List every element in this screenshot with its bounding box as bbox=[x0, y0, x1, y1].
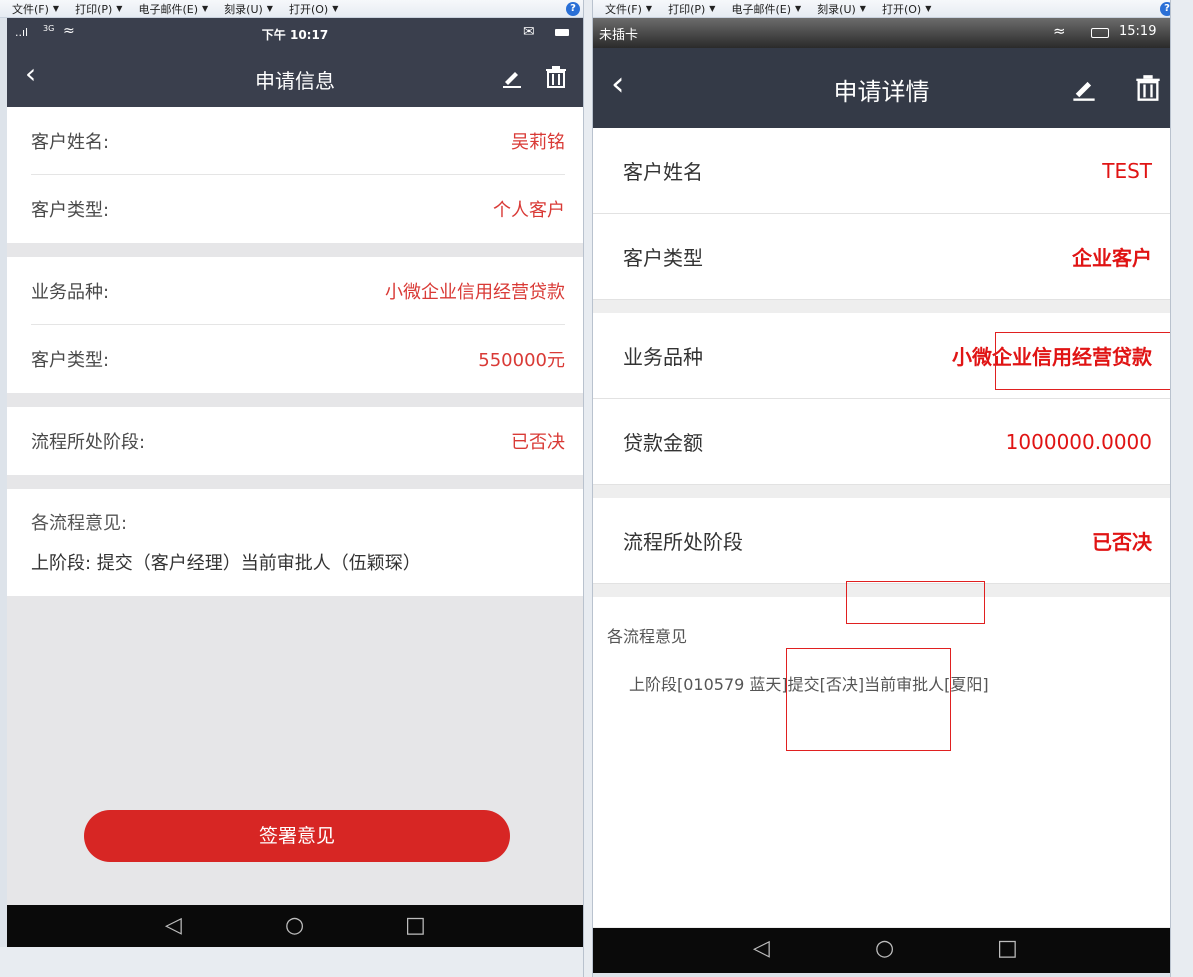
status-time: 下午 10:17 bbox=[261, 28, 329, 42]
opinions-section: 各流程意见: 上阶段: 提交（客户经理）当前审批人（伍颖琛） bbox=[7, 489, 583, 596]
row-stage: 流程所处阶段 已否决 bbox=[593, 498, 1170, 584]
android-nav-bar: ◁ ○ □ bbox=[7, 905, 583, 947]
row-value: 已否决 bbox=[511, 432, 565, 453]
menu-bar-left: 文件(F) ▼ 打印(P) ▼ 电子邮件(E) ▼ 刻录(U) ▼ 打开(O) ▼ bbox=[0, 0, 583, 18]
row-value: 企业客户 bbox=[1072, 246, 1152, 270]
nav-bar: ‹ 申请信息 bbox=[7, 49, 583, 107]
row-value: 小微企业信用经营贷款 bbox=[385, 282, 565, 303]
android-nav-bar: ◁ ○ □ bbox=[593, 928, 1170, 973]
row-label: 客户类型 bbox=[623, 246, 703, 270]
row-label: 业务品种 bbox=[623, 345, 703, 369]
row-label: 客户姓名: bbox=[31, 132, 110, 153]
battery-icon bbox=[555, 29, 569, 36]
row-value: 吴莉铭 bbox=[511, 132, 565, 153]
edit-icon[interactable] bbox=[1071, 76, 1097, 102]
row-value: 已否决 bbox=[1092, 530, 1152, 554]
row-label: 客户类型: bbox=[31, 200, 110, 221]
opinions-heading: 各流程意见 bbox=[607, 627, 688, 646]
row-customer-name: 客户姓名 TEST bbox=[593, 128, 1170, 214]
row-label: 业务品种: bbox=[31, 282, 110, 303]
menu-burn[interactable]: 刻录(U) ▼ bbox=[817, 1, 866, 17]
menu-print[interactable]: 打印(P) ▼ bbox=[75, 1, 122, 17]
trash-icon[interactable] bbox=[1135, 74, 1161, 102]
nav-back-icon[interactable]: ◁ bbox=[753, 936, 770, 961]
nav-home-icon[interactable]: ○ bbox=[285, 913, 304, 938]
row-business-type: 业务品种: 小微企业信用经营贷款 bbox=[7, 257, 583, 325]
row-label: 客户类型: bbox=[31, 350, 110, 371]
mail-icon: ✉ bbox=[523, 24, 535, 40]
nav-bar: ‹ 申请详情 bbox=[593, 48, 1170, 128]
row-value: 1000000.0000 bbox=[1005, 429, 1152, 454]
row-loan-amount: 贷款金额 1000000.0000 bbox=[593, 399, 1170, 485]
menu-burn[interactable]: 刻录(U) ▼ bbox=[224, 1, 273, 17]
left-phone-screen: ..ıl 3G ≈ 下午 10:17 ✉ ‹ 申请信息 客户姓名: 吴莉铭 客户… bbox=[7, 18, 583, 947]
menu-open[interactable]: 打开(O) ▼ bbox=[289, 1, 338, 17]
row-label: 贷款金额 bbox=[623, 431, 703, 455]
row-label: 客户姓名 bbox=[623, 160, 703, 184]
customer-section: 客户姓名: 吴莉铭 客户类型: 个人客户 bbox=[7, 107, 583, 243]
status-bar: 未插卡 ≈ 15:19 bbox=[593, 18, 1170, 48]
page-title: 申请信息 bbox=[255, 69, 335, 93]
menu-file[interactable]: 文件(F) ▼ bbox=[605, 1, 652, 17]
row-value: TEST bbox=[1102, 158, 1152, 183]
row-label: 流程所处阶段 bbox=[623, 530, 743, 554]
row-value: 550000元 bbox=[478, 350, 565, 371]
row-stage: 流程所处阶段: 已否决 bbox=[7, 407, 583, 475]
menu-email[interactable]: 电子邮件(E) ▼ bbox=[138, 1, 208, 17]
opinions-text: 上阶段: 提交（客户经理）当前审批人（伍颖琛） bbox=[31, 553, 421, 574]
menu-file[interactable]: 文件(F) ▼ bbox=[12, 1, 59, 17]
annotation-box bbox=[995, 332, 1170, 390]
menu-open[interactable]: 打开(O) ▼ bbox=[882, 1, 931, 17]
edit-icon[interactable] bbox=[501, 67, 523, 89]
help-icon[interactable]: ? bbox=[566, 2, 580, 16]
nav-recents-icon[interactable]: □ bbox=[405, 913, 426, 938]
battery-icon bbox=[1091, 28, 1109, 38]
status-bar: ..ıl 3G ≈ 下午 10:17 ✉ bbox=[7, 18, 583, 49]
window-separator bbox=[583, 0, 593, 977]
annotation-box bbox=[786, 648, 951, 751]
opinions-section: 各流程意见 上阶段[010579 蓝天]提交[否决]当前审批人[夏阳] bbox=[593, 597, 1170, 927]
menu-print[interactable]: 打印(P) ▼ bbox=[668, 1, 715, 17]
nav-recents-icon[interactable]: □ bbox=[997, 936, 1018, 961]
business-section: 业务品种: 小微企业信用经营贷款 客户类型: 550000元 bbox=[7, 257, 583, 393]
row-label: 流程所处阶段: bbox=[31, 432, 146, 453]
row-customer-type: 客户类型: 个人客户 bbox=[7, 175, 583, 243]
wifi-icon: ≈ bbox=[1053, 22, 1066, 40]
nav-home-icon[interactable]: ○ bbox=[875, 936, 894, 961]
viewer-toolbar bbox=[0, 947, 583, 977]
row-customer-name: 客户姓名: 吴莉铭 bbox=[7, 107, 583, 175]
nav-back-icon[interactable]: ◁ bbox=[165, 913, 182, 938]
row-value: 个人客户 bbox=[493, 200, 565, 221]
window-edge bbox=[1170, 0, 1193, 977]
menu-email[interactable]: 电子邮件(E) ▼ bbox=[731, 1, 801, 17]
opinions-heading: 各流程意见: bbox=[31, 513, 128, 534]
stage-section: 流程所处阶段: 已否决 bbox=[7, 407, 583, 475]
row-amount: 客户类型: 550000元 bbox=[7, 325, 583, 393]
status-time: 15:19 bbox=[1119, 24, 1157, 39]
carrier-label: 未插卡 bbox=[599, 28, 639, 43]
menu-bar-right: 文件(F) ▼ 打印(P) ▼ 电子邮件(E) ▼ 刻录(U) ▼ 打开(O) ▼ bbox=[593, 0, 1193, 18]
sign-opinion-button[interactable]: 签署意见 bbox=[84, 810, 510, 862]
annotation-box bbox=[846, 581, 985, 624]
right-phone-screen: 未插卡 ≈ 15:19 ‹ 申请详情 客户姓名 TEST 客户类型 企业客户 业… bbox=[593, 18, 1170, 973]
row-customer-type: 客户类型 企业客户 bbox=[593, 214, 1170, 300]
trash-icon[interactable] bbox=[545, 65, 567, 89]
